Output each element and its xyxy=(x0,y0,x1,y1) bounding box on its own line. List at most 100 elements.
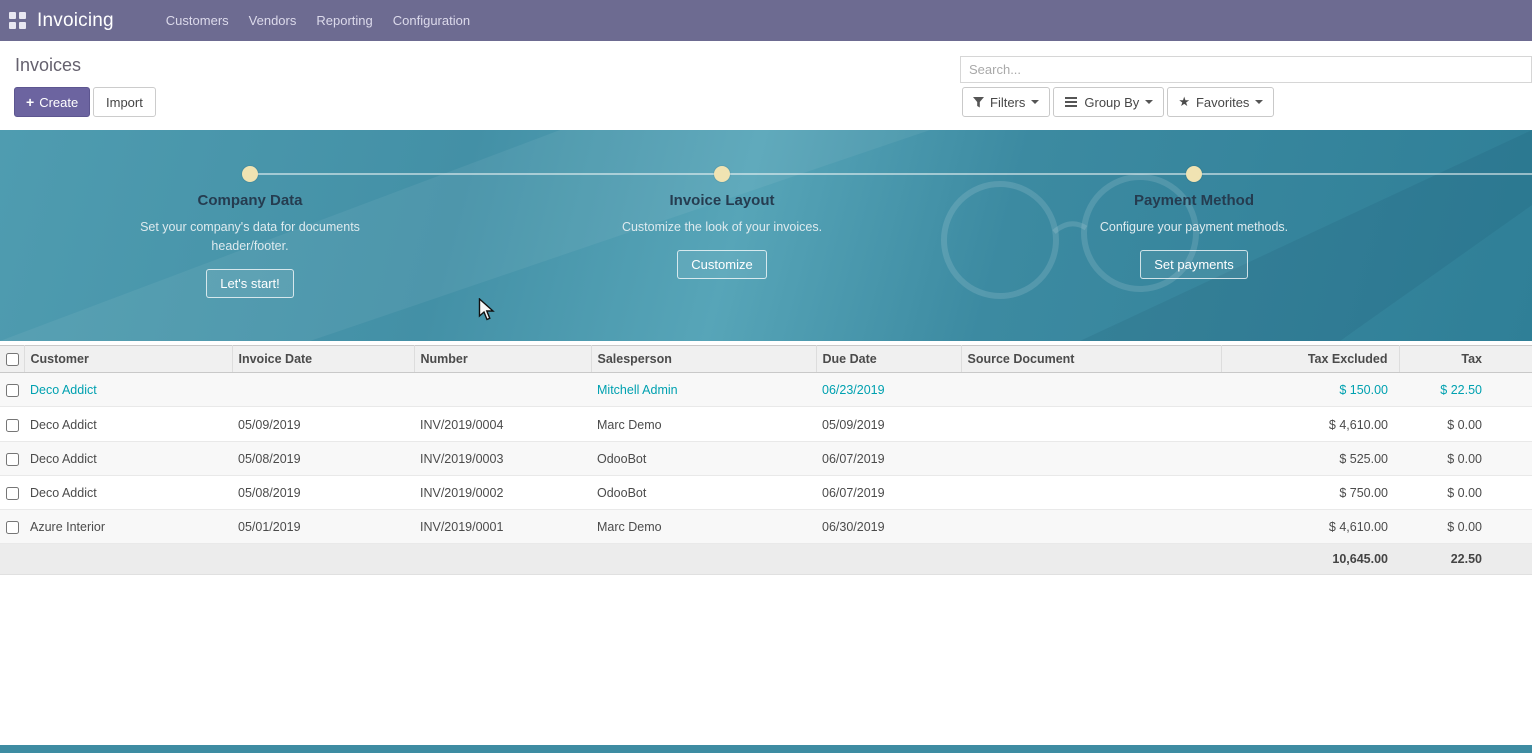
onboarding-step-invoice-layout: Invoice Layout Customize the look of you… xyxy=(612,192,832,279)
cell-number: INV/2019/0004 xyxy=(414,407,591,441)
import-button[interactable]: Import xyxy=(93,87,156,117)
create-button-label: Create xyxy=(39,95,78,110)
cell-number xyxy=(414,373,591,407)
step-description: Configure your payment methods. xyxy=(1100,218,1288,237)
cell-salesperson: Mitchell Admin xyxy=(591,373,816,407)
invoice-row[interactable]: Deco Addict 05/08/2019 INV/2019/0003 Odo… xyxy=(0,441,1532,475)
cell-invoice-date: 05/08/2019 xyxy=(232,441,414,475)
cell-number: INV/2019/0002 xyxy=(414,475,591,509)
cell-invoice-date: 05/08/2019 xyxy=(232,475,414,509)
cell-due-date: 05/09/2019 xyxy=(816,407,961,441)
step-description: Customize the look of your invoices. xyxy=(622,218,822,237)
group-by-button-label: Group By xyxy=(1084,95,1139,110)
cell-due-date: 06/30/2019 xyxy=(816,510,961,544)
select-all-header[interactable] xyxy=(0,346,24,373)
step-title: Invoice Layout xyxy=(669,192,774,209)
step-title: Payment Method xyxy=(1134,192,1254,209)
row-checkbox[interactable] xyxy=(6,384,19,397)
control-panel: Invoices + Create Import Filters Group B… xyxy=(0,41,1532,130)
invoice-row[interactable]: Azure Interior 05/01/2019 INV/2019/0001 … xyxy=(0,510,1532,544)
invoice-row[interactable]: Deco Addict Mitchell Admin 06/23/2019 $ … xyxy=(0,373,1532,407)
chevron-down-icon xyxy=(1145,100,1153,104)
step-dot-company-data xyxy=(242,166,258,182)
grid-square xyxy=(9,22,16,29)
cell-invoice-date xyxy=(232,373,414,407)
onboarding-step-company-data: Company Data Set your company's data for… xyxy=(140,192,360,298)
invoice-row[interactable]: Deco Addict 05/09/2019 INV/2019/0004 Mar… xyxy=(0,407,1532,441)
onboarding-banner: Company Data Set your company's data for… xyxy=(0,130,1532,341)
total-tax: 22.50 xyxy=(1399,544,1532,575)
row-checkbox[interactable] xyxy=(6,453,19,466)
customize-button[interactable]: Customize xyxy=(677,250,766,279)
cell-tax-excluded: $ 4,610.00 xyxy=(1221,407,1399,441)
cell-tax-excluded: $ 4,610.00 xyxy=(1221,510,1399,544)
cell-source-document xyxy=(961,441,1221,475)
col-number[interactable]: Number xyxy=(414,346,591,373)
row-checkbox[interactable] xyxy=(6,419,19,432)
set-payments-button[interactable]: Set payments xyxy=(1140,250,1248,279)
menu-configuration[interactable]: Configuration xyxy=(383,0,480,41)
onboarding-progress-line xyxy=(250,173,1532,175)
search-options: Filters Group By ★ Favorites xyxy=(962,87,1274,117)
cell-due-date: 06/23/2019 xyxy=(816,373,961,407)
cell-salesperson: OdooBot xyxy=(591,441,816,475)
col-invoice-date[interactable]: Invoice Date xyxy=(232,346,414,373)
cell-source-document xyxy=(961,475,1221,509)
step-title: Company Data xyxy=(197,192,302,209)
step-dot-invoice-layout xyxy=(714,166,730,182)
select-all-checkbox[interactable] xyxy=(6,353,19,366)
lets-start-button[interactable]: Let's start! xyxy=(206,269,294,298)
cell-tax: $ 0.00 xyxy=(1399,510,1532,544)
cell-source-document xyxy=(961,510,1221,544)
top-navbar: Invoicing Customers Vendors Reporting Co… xyxy=(0,0,1532,41)
filters-button[interactable]: Filters xyxy=(962,87,1050,117)
cell-due-date: 06/07/2019 xyxy=(816,475,961,509)
top-menu: Customers Vendors Reporting Configuratio… xyxy=(156,0,480,41)
total-tax-excluded: 10,645.00 xyxy=(1221,544,1399,575)
cell-tax-excluded: $ 525.00 xyxy=(1221,441,1399,475)
invoice-row[interactable]: Deco Addict 05/08/2019 INV/2019/0002 Odo… xyxy=(0,475,1532,509)
col-source-document[interactable]: Source Document xyxy=(961,346,1221,373)
col-tax[interactable]: Tax xyxy=(1399,346,1532,373)
cell-customer: Deco Addict xyxy=(24,407,232,441)
menu-reporting[interactable]: Reporting xyxy=(306,0,382,41)
invoice-list: Customer Invoice Date Number Salesperson… xyxy=(0,345,1532,575)
group-by-button[interactable]: Group By xyxy=(1053,87,1164,117)
col-due-date[interactable]: Due Date xyxy=(816,346,961,373)
chevron-down-icon xyxy=(1255,100,1263,104)
table-header-row: Customer Invoice Date Number Salesperson… xyxy=(0,346,1532,373)
cell-invoice-date: 05/01/2019 xyxy=(232,510,414,544)
mouse-cursor xyxy=(478,298,496,322)
plus-icon: + xyxy=(26,94,34,110)
grid-square xyxy=(9,12,16,19)
grid-square xyxy=(19,22,26,29)
row-checkbox[interactable] xyxy=(6,521,19,534)
cell-tax: $ 0.00 xyxy=(1399,441,1532,475)
favorites-button-label: Favorites xyxy=(1196,95,1249,110)
step-description: Set your company's data for documents he… xyxy=(140,218,360,256)
menu-customers[interactable]: Customers xyxy=(156,0,239,41)
bottom-edge-strip xyxy=(0,745,1532,753)
cell-customer: Azure Interior xyxy=(24,510,232,544)
cell-customer: Deco Addict xyxy=(24,441,232,475)
cell-customer: Deco Addict xyxy=(24,373,232,407)
apps-grid-icon[interactable] xyxy=(9,12,27,30)
star-icon: ★ xyxy=(1178,94,1190,110)
create-button[interactable]: + Create xyxy=(14,87,90,117)
search-input[interactable] xyxy=(960,56,1532,83)
grid-square xyxy=(19,12,26,19)
filter-funnel-icon xyxy=(973,97,984,108)
col-salesperson[interactable]: Salesperson xyxy=(591,346,816,373)
cell-source-document xyxy=(961,407,1221,441)
menu-vendors[interactable]: Vendors xyxy=(239,0,307,41)
cell-number: INV/2019/0001 xyxy=(414,510,591,544)
col-customer[interactable]: Customer xyxy=(24,346,232,373)
row-checkbox[interactable] xyxy=(6,487,19,500)
group-by-icon xyxy=(1065,101,1077,103)
page-title: Invoices xyxy=(15,55,81,76)
col-tax-excluded[interactable]: Tax Excluded xyxy=(1221,346,1399,373)
cell-customer: Deco Addict xyxy=(24,475,232,509)
filters-button-label: Filters xyxy=(990,95,1025,110)
cell-tax-excluded: $ 150.00 xyxy=(1221,373,1399,407)
favorites-button[interactable]: ★ Favorites xyxy=(1167,87,1274,117)
